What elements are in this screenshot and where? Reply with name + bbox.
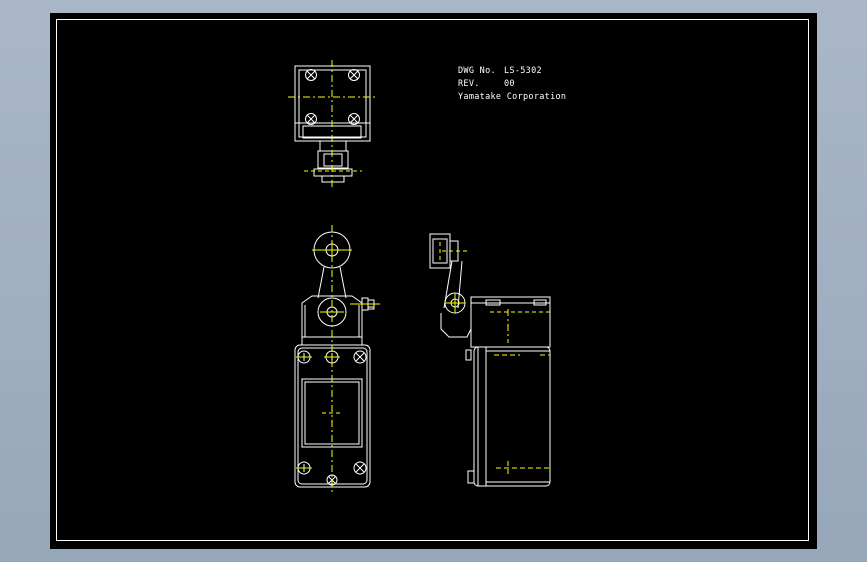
front-view	[294, 231, 375, 488]
drawing-sheet: DWG No. LS-5302 REV. 00 Yamatake Corpora…	[50, 13, 817, 549]
centerlines	[288, 60, 550, 493]
cad-drawing	[288, 60, 551, 493]
side-view	[429, 233, 551, 487]
